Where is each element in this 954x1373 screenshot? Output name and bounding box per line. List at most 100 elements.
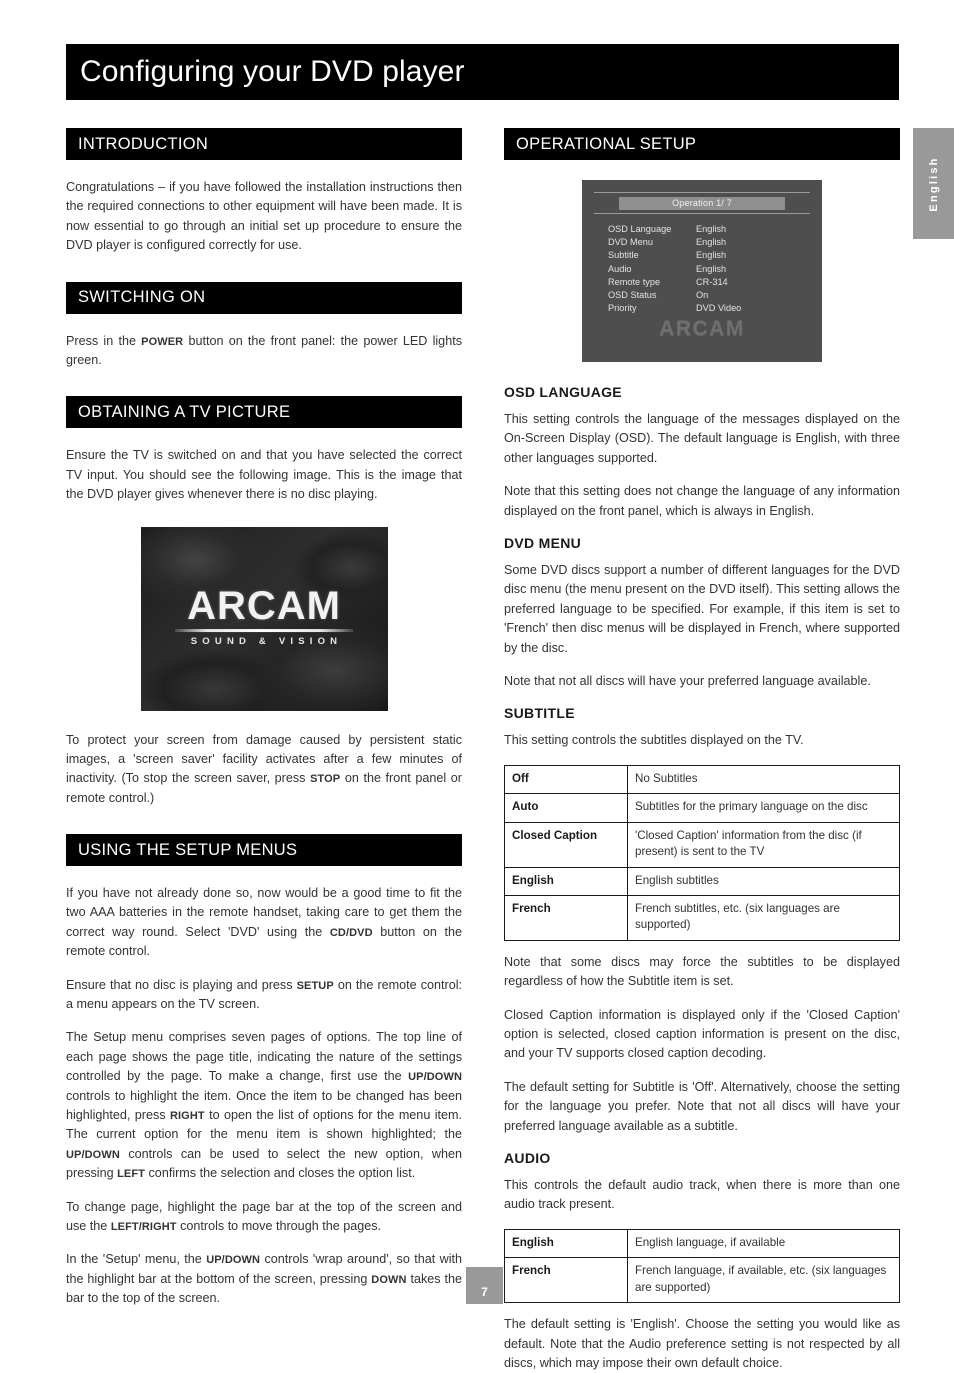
- osd-row-key: Priority: [608, 303, 637, 314]
- table-cell-description: French language, if available, etc. (six…: [627, 1257, 900, 1304]
- table-row: Auto Subtitles for the primary language …: [504, 793, 900, 823]
- osd-arcam-watermark: ARCAM: [659, 317, 745, 341]
- left-column: INTRODUCTION Congratulations – if you ha…: [66, 128, 462, 1309]
- section-heading-obtaining-tv-picture: OBTAINING A TV PICTURE: [78, 402, 291, 421]
- section-bar-operational-setup: OPERATIONAL SETUP: [504, 128, 900, 160]
- audio-paragraph-2: The default setting is 'English'. Choose…: [504, 1317, 900, 1370]
- table-row: French French subtitles, etc. (six langu…: [504, 894, 900, 941]
- setup-p4-b: controls to move through the pages.: [176, 1218, 382, 1233]
- keyword-up-down-3: UP/DOWN: [206, 1254, 261, 1267]
- section-bar-switching-on: SWITCHING ON: [66, 281, 462, 314]
- osd-menu-screenshot: Operation 1/ 7 OSD Language English DVD …: [582, 180, 822, 362]
- section-bar-using-setup-menus: USING THE SETUP MENUS: [66, 834, 462, 867]
- osd-inner: Operation 1/ 7 OSD Language English DVD …: [594, 192, 810, 354]
- table-row: English English subtitles: [504, 866, 900, 896]
- setup-p3-a: The Setup menu comprises seven pages of …: [66, 1030, 462, 1084]
- dvd-menu-paragraph-2: Note that not all discs will have your p…: [504, 673, 871, 688]
- table-cell-description: Subtitles for the primary language on th…: [627, 793, 900, 823]
- osd-language-paragraph-1: This setting controls the language of th…: [504, 412, 900, 465]
- osd-row-key: DVD Menu: [608, 237, 653, 248]
- keyword-left: LEFT: [117, 1168, 146, 1181]
- subheading-subtitle: SUBTITLE: [504, 705, 575, 722]
- switching-on-paragraph-1: Press in the POWER button on the front p…: [66, 332, 462, 371]
- osd-row: Remote type CR-314: [608, 276, 810, 289]
- keyword-up-down-2: UP/DOWN: [66, 1148, 120, 1161]
- table-cell-option: Off: [504, 764, 628, 795]
- osd-row-list: OSD Language English DVD Menu English Su…: [594, 223, 810, 315]
- osd-language-paragraph-2: Note that this setting does not change t…: [504, 484, 900, 518]
- setup-menus-paragraph-2: Ensure that no disc is playing and press…: [66, 976, 462, 1015]
- table-row: French French language, if available, et…: [504, 1257, 900, 1304]
- table-cell-option: Closed Caption: [504, 821, 628, 868]
- osd-row: Priority DVD Video: [608, 302, 810, 315]
- setup-p2-a: Ensure that no disc is playing and press: [66, 977, 297, 992]
- keyword-down: DOWN: [371, 1273, 407, 1286]
- osd-row-key: OSD Language: [608, 223, 672, 234]
- keyword-stop: STOP: [310, 773, 341, 786]
- table-cell-description: English language, if available: [627, 1228, 900, 1259]
- setup-menus-paragraph-5: In the 'Setup' menu, the UP/DOWN control…: [66, 1250, 462, 1308]
- manual-page: Configuring your DVD player English INTR…: [0, 0, 954, 1370]
- setup-p3-e: confirms the selection and closes the op…: [145, 1166, 416, 1181]
- osd-row-value: DVD Video: [696, 303, 742, 314]
- arcam-logo: ARCAM SOUND & VISION: [141, 586, 388, 647]
- intro-paragraph-1: Congratulations – if you have followed t…: [66, 180, 462, 253]
- subtitle-paragraph-2: Note that some discs may force the subti…: [504, 954, 900, 989]
- setup-menus-paragraph-4: To change page, highlight the page bar a…: [66, 1198, 462, 1237]
- osd-bottom-rule: [594, 213, 810, 214]
- table-row: English English language, if available: [504, 1228, 900, 1259]
- table-row: Off No Subtitles: [504, 764, 900, 795]
- subtitle-paragraph-3: Closed Caption information is displayed …: [504, 1007, 900, 1061]
- keyword-power: POWER: [141, 335, 184, 348]
- osd-row-key: OSD Status: [608, 289, 657, 300]
- language-side-tab-label: English: [927, 155, 940, 212]
- osd-row-value: English: [696, 250, 727, 261]
- keyword-left-right: LEFT/RIGHT: [110, 1220, 177, 1233]
- tv-picture-paragraph-1: Ensure the TV is switched on and that yo…: [66, 448, 462, 502]
- table-cell-option: French: [504, 1257, 628, 1304]
- table-cell-option: English: [504, 1228, 628, 1259]
- table-cell-description: French subtitles, etc. (six languages ar…: [627, 894, 900, 941]
- arcam-logo-wordmark: ARCAM: [187, 583, 341, 628]
- section-heading-operational-setup: OPERATIONAL SETUP: [516, 134, 697, 153]
- section-bar-introduction: INTRODUCTION: [66, 128, 462, 160]
- section-heading-switching-on: SWITCHING ON: [78, 288, 206, 307]
- arcam-logo-rule: [175, 628, 353, 632]
- osd-row-value: CR-314: [696, 276, 728, 287]
- subheading-dvd-menu: DVD MENU: [504, 534, 582, 551]
- osd-row-value: English: [696, 237, 727, 248]
- section-heading-using-setup-menus: USING THE SETUP MENUS: [78, 840, 298, 859]
- osd-row-key: Audio: [608, 263, 632, 274]
- page-title-banner: Configuring your DVD player: [66, 44, 899, 100]
- subheading-osd-language: OSD LANGUAGE: [504, 384, 622, 400]
- dvd-menu-paragraph-1: Some DVD discs support a number of diffe…: [504, 562, 900, 655]
- table-cell-option: Auto: [504, 793, 628, 823]
- osd-row-value: English: [696, 223, 727, 234]
- setup-menus-paragraph-3: The Setup menu comprises seven pages of …: [66, 1028, 462, 1183]
- osd-row: Subtitle English: [608, 249, 810, 262]
- subtitle-paragraph-1: This setting controls the subtitles disp…: [504, 733, 804, 748]
- section-heading-introduction: INTRODUCTION: [78, 134, 209, 153]
- audio-options-table: English English language, if available F…: [504, 1228, 900, 1304]
- switching-on-p1-a: Press in the: [66, 333, 142, 348]
- setup-menus-paragraph-1: If you have not already done so, now wou…: [66, 884, 462, 962]
- keyword-setup: SETUP: [296, 979, 334, 992]
- osd-row: DVD Menu English: [608, 236, 810, 249]
- setup-p5-a: In the 'Setup' menu, the: [66, 1252, 207, 1267]
- language-side-tab: English: [913, 128, 954, 239]
- table-cell-description: No Subtitles: [627, 764, 900, 795]
- osd-row-value: On: [696, 289, 709, 300]
- tv-picture-paragraph-2: To protect your screen from damage cause…: [66, 731, 462, 809]
- osd-page-bar: Operation 1/ 7: [619, 197, 785, 210]
- arcam-logo-tagline: SOUND & VISION: [190, 635, 343, 647]
- keyword-up-down-1: UP/DOWN: [408, 1071, 462, 1084]
- keyword-right: RIGHT: [169, 1109, 205, 1122]
- subheading-audio: AUDIO: [504, 1149, 551, 1166]
- keyword-cd-dvd: CD/DVD: [329, 926, 373, 939]
- osd-page-bar-label: Operation 1/ 7: [672, 198, 732, 208]
- osd-row: Audio English: [608, 263, 810, 276]
- table-cell-description: 'Closed Caption' information from the di…: [627, 821, 900, 868]
- audio-paragraph-1: This controls the default audio track, w…: [504, 1177, 900, 1212]
- arcam-splash-screen-image: ARCAM SOUND & VISION: [140, 526, 388, 711]
- table-row: Closed Caption 'Closed Caption' informat…: [504, 821, 900, 868]
